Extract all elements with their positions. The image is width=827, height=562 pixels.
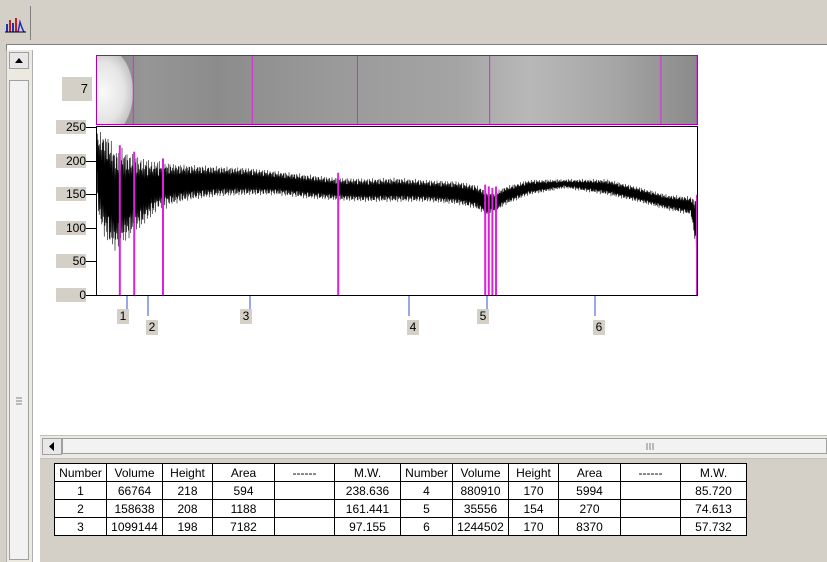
band-number-label[interactable]: 3 (240, 309, 252, 324)
y-tick-label: 250 (56, 120, 86, 134)
y-tick-mark (86, 194, 96, 196)
profile-trace (96, 132, 698, 295)
table-cell: 7182 (212, 517, 275, 536)
table-cell (274, 481, 335, 500)
gel-lane-label: 7 (62, 77, 92, 101)
scroll-up-button[interactable] (9, 52, 29, 69)
table-cell: 238.636 (334, 481, 401, 500)
vertical-scrollbar[interactable] (6, 50, 33, 562)
table-cell: 74.613 (680, 499, 747, 518)
table-header-cell[interactable]: Volume (106, 463, 163, 482)
table-cell: 4 (400, 481, 453, 500)
table-cell: 5994 (558, 481, 621, 500)
table-header-cell[interactable]: Area (212, 463, 275, 482)
y-tick-mark (86, 261, 96, 263)
table-cell (620, 499, 681, 518)
band-number-label[interactable]: 2 (146, 320, 158, 335)
arrow-up-icon (15, 58, 23, 63)
table-header-cell[interactable]: Volume (452, 463, 509, 482)
table-cell: 270 (558, 499, 621, 518)
table-row[interactable]: 3 1099144 198 7182 97.155 6 1244502 170 8370 57.7… (54, 517, 747, 536)
table-cell: 2 (54, 499, 107, 518)
table-row[interactable]: 2 158638 208 1188 161.441 5 35556 154 270 74.613 (54, 499, 747, 518)
y-tick-label: 200 (56, 153, 86, 168)
table-header-cell[interactable]: Number (54, 463, 107, 482)
y-tick-mark (86, 295, 96, 296)
band-number-label[interactable]: 5 (477, 309, 489, 324)
table-cell: 97.155 (334, 517, 401, 536)
density-profile-plot[interactable] (96, 126, 698, 296)
y-tick-label: 0 (56, 288, 86, 302)
table-header-cell[interactable]: ------ (620, 463, 681, 482)
table-cell (620, 517, 681, 536)
table-cell: 85.720 (680, 481, 747, 500)
table-cell: 218 (162, 481, 213, 500)
table-header-cell[interactable]: Number (400, 463, 453, 482)
toolbar-divider (30, 6, 31, 40)
table-cell (620, 481, 681, 500)
table-cell: 8370 (558, 517, 621, 536)
table-cell: 170 (508, 517, 559, 536)
band-number-label[interactable]: 6 (593, 320, 605, 335)
grip-icon (646, 443, 654, 450)
arrow-left-icon (49, 442, 54, 451)
y-tick-mark (86, 227, 96, 229)
band-number-label[interactable]: 1 (117, 309, 129, 324)
y-tick-label: 100 (56, 220, 86, 235)
vertical-scroll-thumb[interactable] (9, 80, 29, 560)
table-cell: 6 (400, 517, 453, 536)
table-header-row: Number Volume Height Area ------ M.W. Number Vo… (54, 463, 747, 482)
band-tick-layer (126, 296, 596, 316)
table-cell: 170 (508, 481, 559, 500)
table-header-cell[interactable]: ------ (274, 463, 335, 482)
table-cell: 594 (212, 481, 275, 500)
table-header-cell[interactable]: Area (558, 463, 621, 482)
table-cell: 1 (54, 481, 107, 500)
scroll-left-button[interactable] (42, 438, 62, 455)
table-cell: 1099144 (106, 517, 163, 536)
histogram-icon (5, 18, 26, 33)
results-table-panel: Number Volume Height Area ------ M.W. Number Vo… (40, 459, 827, 562)
table-cell: 1188 (212, 499, 275, 518)
table-cell: 880910 (452, 481, 509, 500)
table-header-cell[interactable]: Height (162, 463, 213, 482)
table-cell: 161.441 (334, 499, 401, 518)
table-header-cell[interactable]: Height (508, 463, 559, 482)
gel-lane-image[interactable] (96, 55, 698, 125)
grip-icon (16, 397, 22, 405)
table-cell: 154 (508, 499, 559, 518)
table-cell: 198 (162, 517, 213, 536)
table-cell: 35556 (452, 499, 509, 518)
y-tick-mark (86, 127, 96, 128)
table-cell: 5 (400, 499, 453, 518)
table-cell: 66764 (106, 481, 163, 500)
toolbar (0, 0, 827, 45)
horizontal-scrollbar[interactable] (40, 435, 827, 459)
band-results-table: Number Volume Height Area ------ M.W. Number Vo… (54, 463, 747, 536)
y-tick-label: 50 (56, 254, 86, 269)
table-cell: 3 (54, 517, 107, 536)
table-cell: 1244502 (452, 517, 509, 536)
table-cell (274, 517, 335, 536)
table-cell: 208 (162, 499, 213, 518)
table-row[interactable]: 1 66764 218 594 238.636 4 880910 170 5994 85.720 (54, 481, 747, 500)
table-cell: 158638 (106, 499, 163, 518)
horizontal-scroll-thumb[interactable] (62, 438, 827, 454)
table-header-cell[interactable]: M.W. (680, 463, 747, 482)
histogram-tool-button[interactable] (2, 14, 28, 36)
y-tick-label: 150 (56, 187, 86, 202)
band-number-label[interactable]: 4 (407, 320, 419, 335)
gel-lane-lines (132, 56, 697, 124)
table-header-cell[interactable]: M.W. (334, 463, 401, 482)
table-cell: 57.732 (680, 517, 747, 536)
y-tick-mark (86, 160, 96, 162)
profile-trace-line (96, 132, 698, 254)
table-cell (274, 499, 335, 518)
